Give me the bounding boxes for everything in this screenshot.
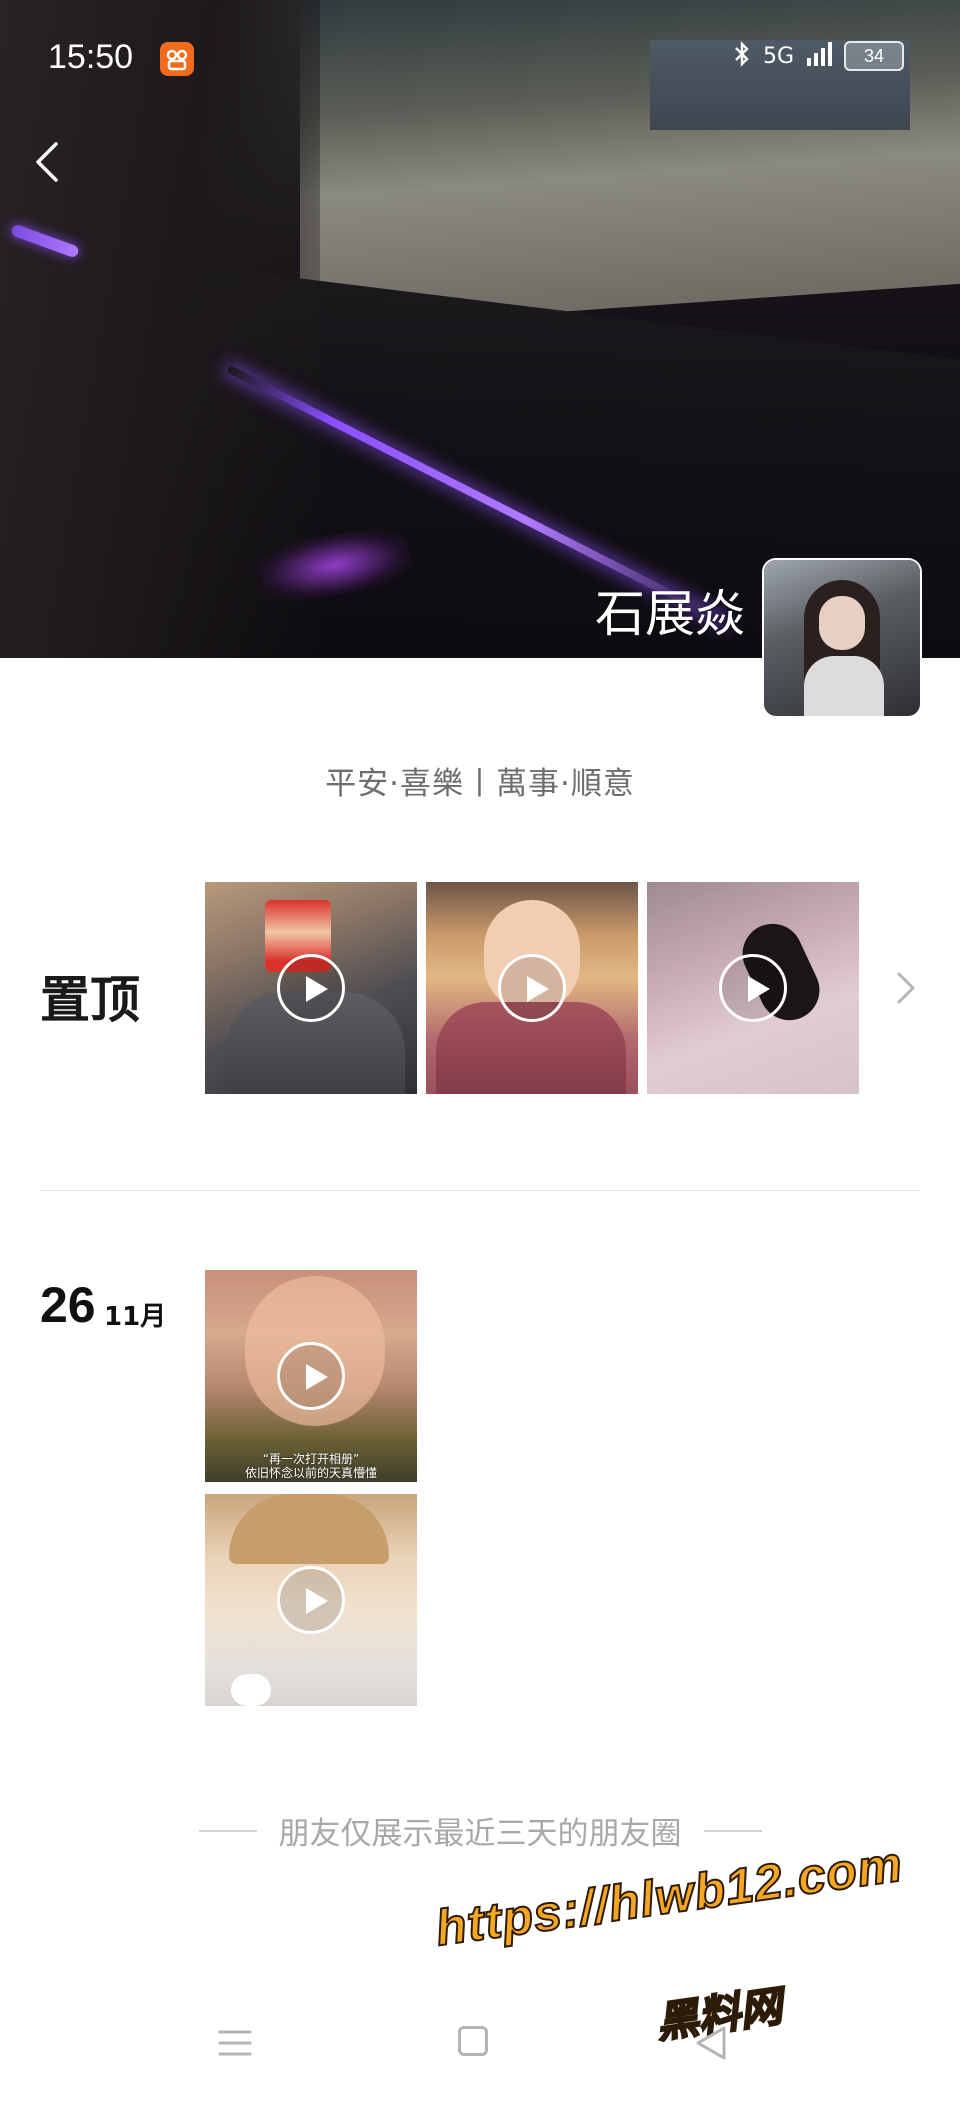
home-icon[interactable] (458, 2026, 488, 2056)
thumbnail-hat (229, 1494, 389, 1564)
battery-icon: 34 (844, 41, 904, 71)
footer-line-left (198, 1829, 257, 1832)
moments-profile-page: 15:50 5G 34 石展焱 平安·喜樂丨萬事·順意 置顶 26 11月 “再… (0, 0, 960, 2101)
post-date-month: 11月 (104, 1302, 167, 1332)
profile-signature: 平安·喜樂丨萬事·順意 (325, 766, 635, 802)
chevron-right-icon[interactable] (894, 968, 918, 1008)
network-type: 5G (762, 43, 794, 69)
footer-line-right (703, 1829, 762, 1832)
pinned-video-1[interactable] (205, 882, 417, 1094)
menu-icon[interactable] (218, 2026, 252, 2060)
section-divider (40, 1190, 920, 1191)
post-video-2[interactable] (205, 1494, 417, 1706)
video-caption-line-1: “再一次打开相册” (262, 1452, 360, 1466)
video-caption-line-2: 依旧怀念以前的天真懵懂 (244, 1466, 377, 1480)
back-triangle-icon[interactable] (694, 2024, 728, 2062)
avatar-face (819, 596, 865, 650)
play-icon[interactable] (277, 1342, 345, 1410)
status-icons: 5G 34 (733, 40, 904, 72)
post-video-1[interactable]: “再一次打开相册” 依旧怀念以前的天真懵懂 (205, 1270, 417, 1482)
play-icon[interactable] (277, 954, 345, 1022)
back-icon[interactable] (32, 140, 62, 184)
pinned-label: 置顶 (40, 971, 140, 1029)
avatar-body (804, 656, 884, 716)
play-icon[interactable] (719, 954, 787, 1022)
cat-sticker (231, 1674, 271, 1706)
post-date-day: 26 (40, 1277, 96, 1333)
battery-level: 34 (863, 45, 885, 66)
pinned-video-3[interactable] (647, 882, 859, 1094)
footer-note-text: 朋友仅展示最近三天的朋友圈 (278, 1816, 682, 1852)
app-icon (160, 42, 194, 76)
pinned-video-2[interactable] (426, 882, 638, 1094)
play-icon[interactable] (498, 954, 566, 1022)
play-icon[interactable] (277, 1566, 345, 1634)
bluetooth-icon (733, 40, 751, 72)
avatar[interactable] (764, 560, 920, 716)
signal-icon (806, 40, 832, 72)
profile-name: 石展焱 (595, 585, 745, 643)
status-time: 15:50 (48, 38, 134, 76)
